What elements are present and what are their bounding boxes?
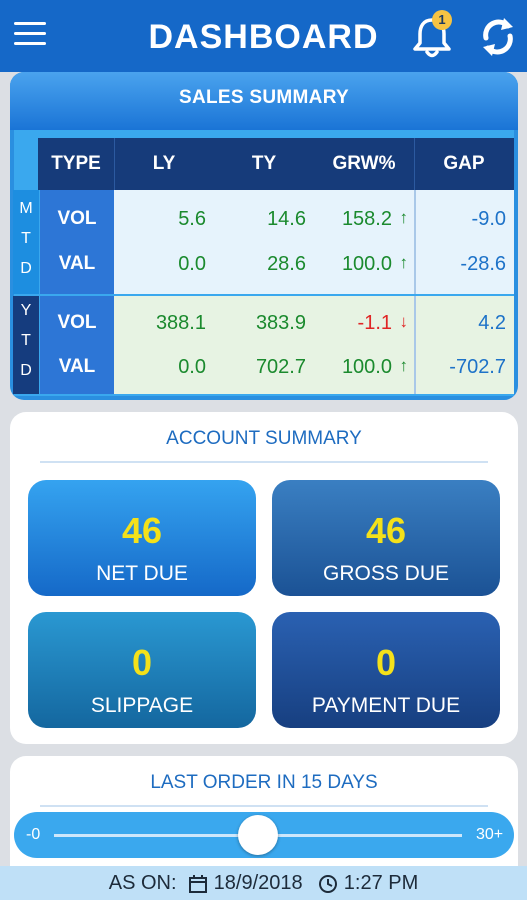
ytd-val-grw: 100.0 [341, 356, 392, 378]
as-on-time: 1:27 PM [343, 872, 419, 895]
calendar-icon [189, 874, 208, 893]
arrow-up-icon: ↑ [399, 253, 409, 272]
ytd-vol-ly: 388.1 [155, 312, 206, 334]
sales-table-header: TYPE LY TY GRW% GAP [38, 138, 514, 190]
last-order-title: LAST ORDER IN 15 DAYS [150, 772, 378, 793]
ytd-val-gap: -702.7 [449, 356, 506, 378]
gross-due-value: 46 [365, 510, 407, 551]
ytd-vol-grw: -1.1 [357, 312, 392, 334]
net-due-label: NET DUE [96, 562, 188, 585]
column-header-ty: TY [251, 153, 277, 174]
footer-bar: AS ON: 18/9/2018 1:27 PM [0, 866, 527, 900]
payment-due-tile[interactable]: 0 PAYMENT DUE [272, 612, 500, 728]
slider-min-label: -0 [26, 826, 41, 843]
ytd-val-ly: 0.0 [178, 356, 206, 378]
arrow-up-icon: ↑ [399, 356, 409, 375]
slippage-value: 0 [131, 642, 153, 683]
clock-icon [319, 874, 338, 893]
ytd-label: Y T D [13, 296, 39, 394]
mtd-val-ty: 28.6 [267, 253, 306, 275]
arrow-up-icon: ↑ [399, 208, 409, 227]
ytd-val-type: VAL [58, 356, 96, 377]
arrow-down-icon: ↓ [399, 312, 409, 331]
as-on-date: 18/9/2018 [213, 872, 303, 895]
column-header-gap: GAP [443, 153, 485, 174]
notification-badge: 1 [432, 10, 452, 30]
sales-summary-title: SALES SUMMARY [10, 72, 518, 130]
mtd-vol-ly: 5.6 [178, 208, 206, 230]
slippage-tile[interactable]: 0 SLIPPAGE [28, 612, 256, 728]
net-due-tile[interactable]: 46 NET DUE [28, 480, 256, 596]
column-header-type: TYPE [51, 153, 101, 174]
mtd-vol-gap: -9.0 [471, 208, 506, 230]
mtd-val-grw: 100.0 [341, 253, 392, 275]
divider [40, 805, 488, 807]
gross-due-tile[interactable]: 46 GROSS DUE [272, 480, 500, 596]
account-summary-card: ACCOUNT SUMMARY 46 NET DUE 46 GROSS DUE … [10, 412, 518, 744]
ytd-val-ty: 702.7 [255, 356, 306, 378]
account-summary-title: ACCOUNT SUMMARY [166, 428, 362, 449]
ytd-vol-gap: 4.2 [478, 312, 506, 334]
app-header: DASHBOARD 1 [0, 0, 527, 72]
ytd-vol-type: VOL [57, 312, 97, 333]
slider-thumb[interactable] [238, 815, 278, 855]
mtd-vol-grw: 158.2 [341, 208, 392, 230]
slider-max-label: 30+ [476, 826, 504, 843]
mtd-val-gap: -28.6 [460, 253, 506, 275]
as-on-label: AS ON: [108, 872, 177, 895]
days-slider[interactable]: -0 30+ [14, 812, 514, 858]
mtd-vol-type: VOL [57, 208, 97, 229]
ytd-vol-ty: 383.9 [255, 312, 306, 334]
net-due-value: 46 [121, 510, 163, 551]
last-order-card: LAST ORDER IN 15 DAYS -0 30+ [10, 756, 518, 866]
payment-due-value: 0 [375, 642, 397, 683]
mtd-val-ly: 0.0 [178, 253, 206, 275]
slippage-label: SLIPPAGE [90, 694, 194, 717]
mtd-rows [114, 190, 514, 294]
divider [40, 461, 488, 463]
mtd-label: M T D [13, 190, 39, 294]
column-header-grw: GRW% [332, 153, 396, 174]
column-header-ly: LY [152, 153, 176, 174]
payment-due-label: PAYMENT DUE [311, 694, 461, 717]
ytd-rows [114, 296, 514, 394]
mtd-vol-ty: 14.6 [267, 208, 306, 230]
refresh-icon[interactable] [478, 14, 518, 58]
gross-due-label: GROSS DUE [322, 562, 450, 585]
mtd-val-type: VAL [58, 253, 96, 274]
